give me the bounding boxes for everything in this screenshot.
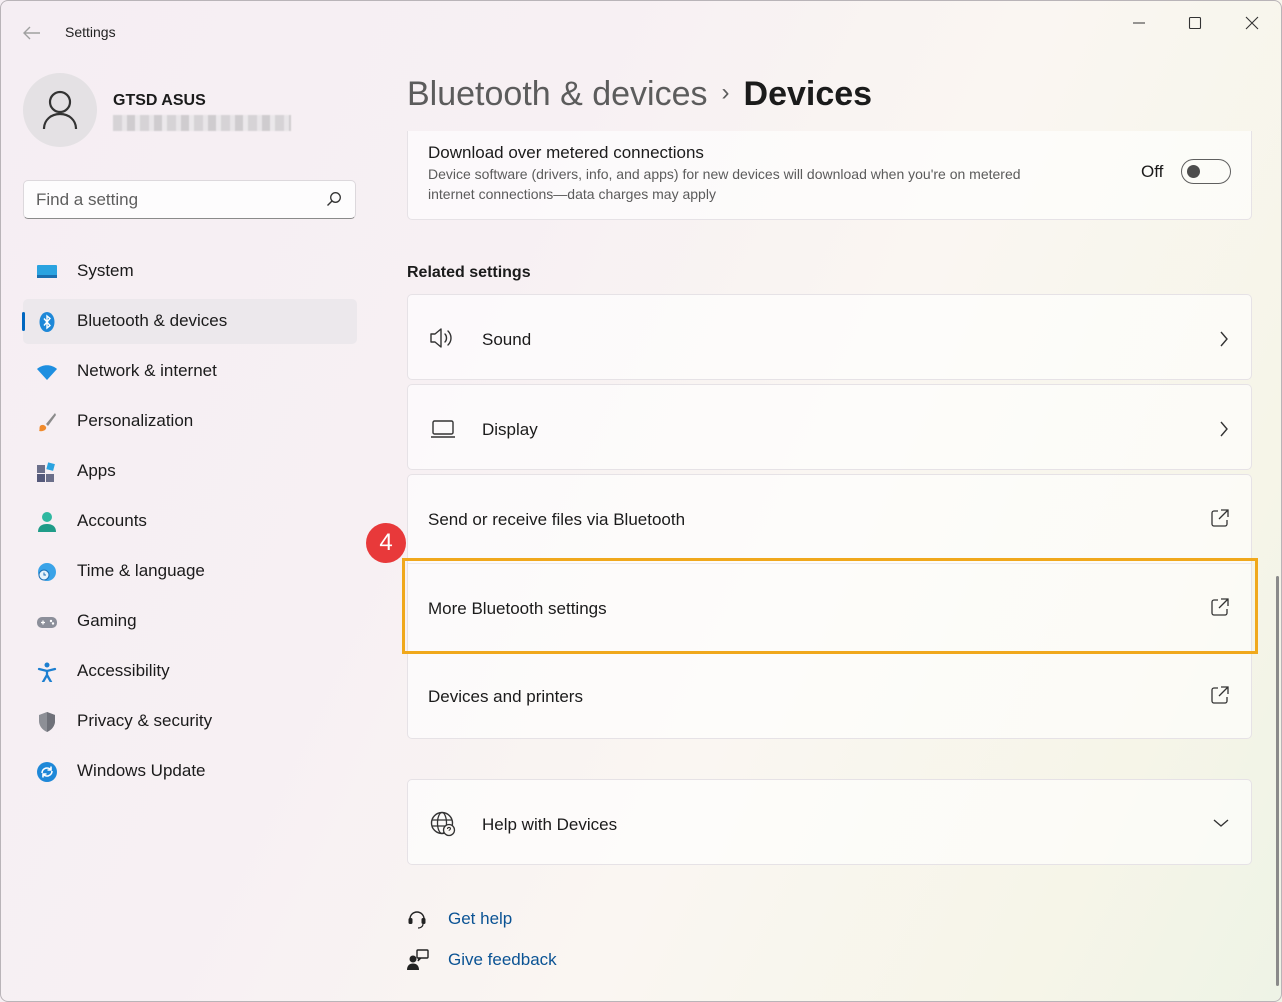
app-title: Settings xyxy=(65,24,116,40)
chevron-down-icon xyxy=(1213,819,1229,827)
globe-help-icon xyxy=(430,811,456,837)
user-email-redacted xyxy=(113,115,291,131)
sidebar-item-personalization[interactable]: Personalization xyxy=(23,399,357,444)
chevron-right-icon xyxy=(1220,331,1228,347)
page-title: Devices xyxy=(743,75,873,113)
update-icon xyxy=(37,762,57,782)
accessibility-icon xyxy=(37,662,57,682)
sidebar-item-accessibility[interactable]: Accessibility xyxy=(23,649,357,694)
sidebar-item-windows-update[interactable]: Windows Update xyxy=(23,749,357,794)
get-help-link[interactable]: Get help xyxy=(407,906,527,932)
search-input[interactable] xyxy=(36,189,316,211)
minimize-icon xyxy=(1133,22,1145,24)
wifi-icon xyxy=(37,365,57,380)
sidebar-item-label: Privacy & security xyxy=(77,711,213,730)
breadcrumb-parent[interactable]: Bluetooth & devices xyxy=(407,75,708,113)
title-bar: Settings xyxy=(1,1,1281,63)
brush-icon xyxy=(39,413,56,432)
help-with-devices-card[interactable]: Help with Devices xyxy=(407,779,1252,865)
sound-label: Sound xyxy=(482,330,532,349)
maximize-button[interactable] xyxy=(1172,9,1218,37)
devices-printers-row[interactable]: Devices and printers xyxy=(408,651,1251,739)
devices-printers-label: Devices and printers xyxy=(428,687,583,706)
search-box[interactable] xyxy=(23,180,356,219)
give-feedback-icon xyxy=(407,949,429,970)
sidebar-item-apps[interactable]: Apps xyxy=(23,449,357,494)
toggle-state-label: Off xyxy=(1141,162,1164,181)
sidebar-item-label: Accessibility xyxy=(77,661,170,680)
system-icon xyxy=(37,265,57,278)
sidebar-item-label: Personalization xyxy=(77,411,194,430)
sidebar-nav: System Bluetooth & devices Network & int… xyxy=(22,249,357,799)
sidebar-item-label: Gaming xyxy=(77,611,137,630)
bluetooth-icon xyxy=(39,312,55,332)
back-arrow-icon xyxy=(23,26,40,40)
metered-description: Device software (drivers, info, and apps… xyxy=(428,166,1021,202)
display-link-card[interactable]: Display xyxy=(407,384,1252,470)
person-icon xyxy=(42,90,78,130)
give-feedback-link[interactable]: Give feedback xyxy=(407,947,567,973)
chevron-right-icon xyxy=(1220,421,1228,437)
sidebar-item-accounts[interactable]: Accounts xyxy=(23,499,357,544)
minimize-button[interactable] xyxy=(1116,9,1162,37)
sidebar-item-label: Accounts xyxy=(77,511,147,530)
user-name: GTSD ASUS xyxy=(113,92,206,109)
globe-clock-icon xyxy=(38,563,56,581)
close-icon xyxy=(1245,16,1259,30)
display-label: Display xyxy=(482,420,538,439)
accounts-icon xyxy=(38,512,56,532)
get-help-icon xyxy=(408,911,426,929)
sidebar-item-label: Apps xyxy=(77,461,116,480)
settings-window: Settings GTSD ASUS System xyxy=(0,0,1282,1002)
step-highlight-box xyxy=(402,558,1258,654)
speaker-icon xyxy=(430,328,452,348)
help-devices-label: Help with Devices xyxy=(482,815,618,834)
breadcrumb-separator-icon: › xyxy=(721,79,730,106)
gamepad-icon xyxy=(37,617,57,628)
sidebar-item-label: Network & internet xyxy=(77,361,217,380)
sidebar-item-label: System xyxy=(77,261,134,280)
sound-link-card[interactable]: Sound xyxy=(407,294,1252,380)
sidebar-item-label: Time & language xyxy=(77,561,205,580)
maximize-icon xyxy=(1188,16,1202,30)
search-icon[interactable] xyxy=(326,191,342,207)
sidebar-item-gaming[interactable]: Gaming xyxy=(23,599,357,644)
vertical-scrollbar[interactable] xyxy=(1276,576,1279,986)
send-receive-label: Send or receive files via Bluetooth xyxy=(428,510,686,529)
metered-connections-card: Download over metered connections Device… xyxy=(407,131,1252,220)
metered-title: Download over metered connections xyxy=(428,143,704,162)
avatar[interactable] xyxy=(23,73,97,147)
apps-icon xyxy=(37,462,55,482)
step-number-badge: 4 xyxy=(366,523,406,563)
shield-icon xyxy=(39,712,55,732)
breadcrumb: Bluetooth & devices › Devices xyxy=(407,75,872,114)
sidebar-item-time-language[interactable]: Time & language xyxy=(23,549,357,594)
give-feedback-label: Give feedback xyxy=(448,950,557,969)
sidebar-item-label: Windows Update xyxy=(77,761,206,780)
sidebar-item-privacy-security[interactable]: Privacy & security xyxy=(23,699,357,744)
back-button[interactable] xyxy=(17,19,47,47)
open-external-icon xyxy=(1211,509,1229,527)
send-receive-files-row[interactable]: Send or receive files via Bluetooth xyxy=(408,475,1251,563)
sidebar-item-label: Bluetooth & devices xyxy=(77,311,228,330)
get-help-label: Get help xyxy=(448,909,513,928)
laptop-icon xyxy=(431,420,455,438)
sidebar-item-bluetooth-devices[interactable]: Bluetooth & devices xyxy=(22,299,357,344)
metered-toggle[interactable] xyxy=(1181,159,1231,184)
sidebar-item-system[interactable]: System xyxy=(23,249,357,294)
sidebar-item-network-internet[interactable]: Network & internet xyxy=(23,349,357,394)
open-external-icon xyxy=(1211,686,1229,704)
related-settings-heading: Related settings xyxy=(407,264,531,281)
close-button[interactable] xyxy=(1229,9,1275,37)
